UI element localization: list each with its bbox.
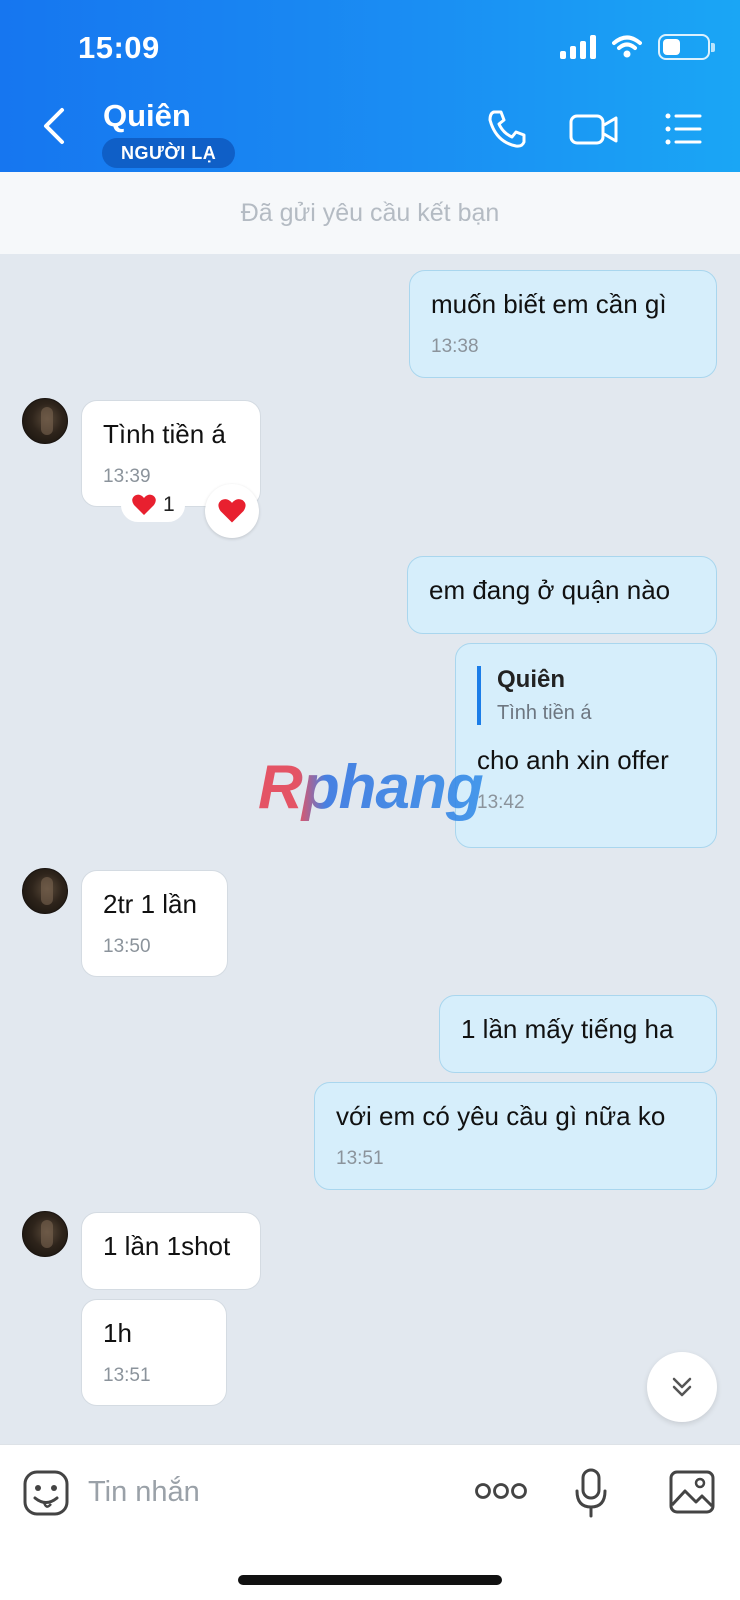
chat-header: 15:09 Quiên NGƯỜI LẠ [0, 0, 740, 172]
reaction-count[interactable]: 1 [121, 488, 185, 522]
battery-icon [658, 34, 715, 60]
cellular-signal-icon [560, 35, 596, 59]
message-input-bar [0, 1444, 740, 1600]
scroll-to-bottom-button[interactable] [647, 1352, 717, 1422]
message-text: 1 lần mấy tiếng ha [461, 1014, 674, 1044]
back-arrow-icon[interactable] [36, 104, 76, 148]
message-text: với em có yêu cầu gì nữa ko [336, 1101, 666, 1131]
image-icon[interactable] [668, 1469, 716, 1515]
contact-avatar[interactable] [22, 1211, 68, 1257]
quoted-message[interactable]: Quiên Tình tiền á [477, 666, 695, 725]
phone-icon[interactable] [484, 106, 530, 152]
message-bubble-outgoing[interactable]: em đang ở quận nào [407, 556, 717, 634]
message-time: 13:42 [477, 792, 525, 813]
message-input[interactable] [88, 1467, 448, 1517]
heart-icon [132, 494, 156, 515]
message-text: Tình tiền á [103, 419, 226, 449]
message-bubble-outgoing[interactable]: với em có yêu cầu gì nữa ko 13:51 [314, 1082, 717, 1190]
message-time: 13:51 [336, 1148, 384, 1169]
message-text: 2tr 1 lần [103, 889, 197, 919]
message-bubble-outgoing[interactable]: 1 lần mấy tiếng ha [439, 995, 717, 1073]
watermark: Rphang [258, 753, 484, 822]
message-bubble-incoming[interactable]: 1h 13:51 [81, 1299, 227, 1406]
message-bubble-incoming[interactable]: 1 lần 1shot [81, 1212, 261, 1290]
stranger-badge: NGƯỜI LẠ [102, 138, 236, 168]
message-time: 13:50 [103, 936, 151, 957]
message-time: 13:39 [103, 466, 151, 487]
message-text: em đang ở quận nào [429, 575, 671, 605]
menu-list-icon[interactable] [660, 106, 706, 152]
message-time: 13:51 [103, 1365, 151, 1386]
message-bubble-incoming[interactable]: 2tr 1 lần 13:50 [81, 870, 228, 977]
more-options-icon[interactable] [474, 1479, 528, 1503]
quoted-sender: Quiên [497, 666, 566, 693]
friend-request-status: Đã gửi yêu cầu kết bạn [0, 172, 740, 254]
contact-avatar[interactable] [22, 398, 68, 444]
status-time: 15:09 [78, 30, 160, 65]
message-text: cho anh xin offer [477, 745, 669, 775]
heart-icon [218, 499, 246, 523]
contact-avatar[interactable] [22, 868, 68, 914]
reaction-count-value: 1 [163, 493, 175, 516]
contact-name[interactable]: Quiên [103, 98, 191, 134]
sticker-icon[interactable] [22, 1469, 70, 1517]
double-chevron-down-icon [672, 1377, 692, 1397]
message-bubble-outgoing[interactable]: muốn biết em cần gì 13:38 [409, 270, 717, 378]
message-bubble-reply[interactable]: Quiên Tình tiền á cho anh xin offer 13:4… [455, 643, 717, 848]
quoted-text: Tình tiền á [497, 702, 592, 724]
message-time: 13:38 [431, 336, 479, 357]
video-call-icon[interactable] [568, 106, 620, 152]
home-indicator [238, 1575, 502, 1585]
microphone-icon[interactable] [574, 1467, 608, 1519]
status-icons [560, 34, 715, 60]
message-text: muốn biết em cần gì [431, 289, 667, 319]
message-text: 1h [103, 1318, 132, 1348]
wifi-icon [612, 35, 642, 58]
react-heart-button[interactable] [205, 484, 259, 538]
message-text: 1 lần 1shot [103, 1231, 231, 1261]
